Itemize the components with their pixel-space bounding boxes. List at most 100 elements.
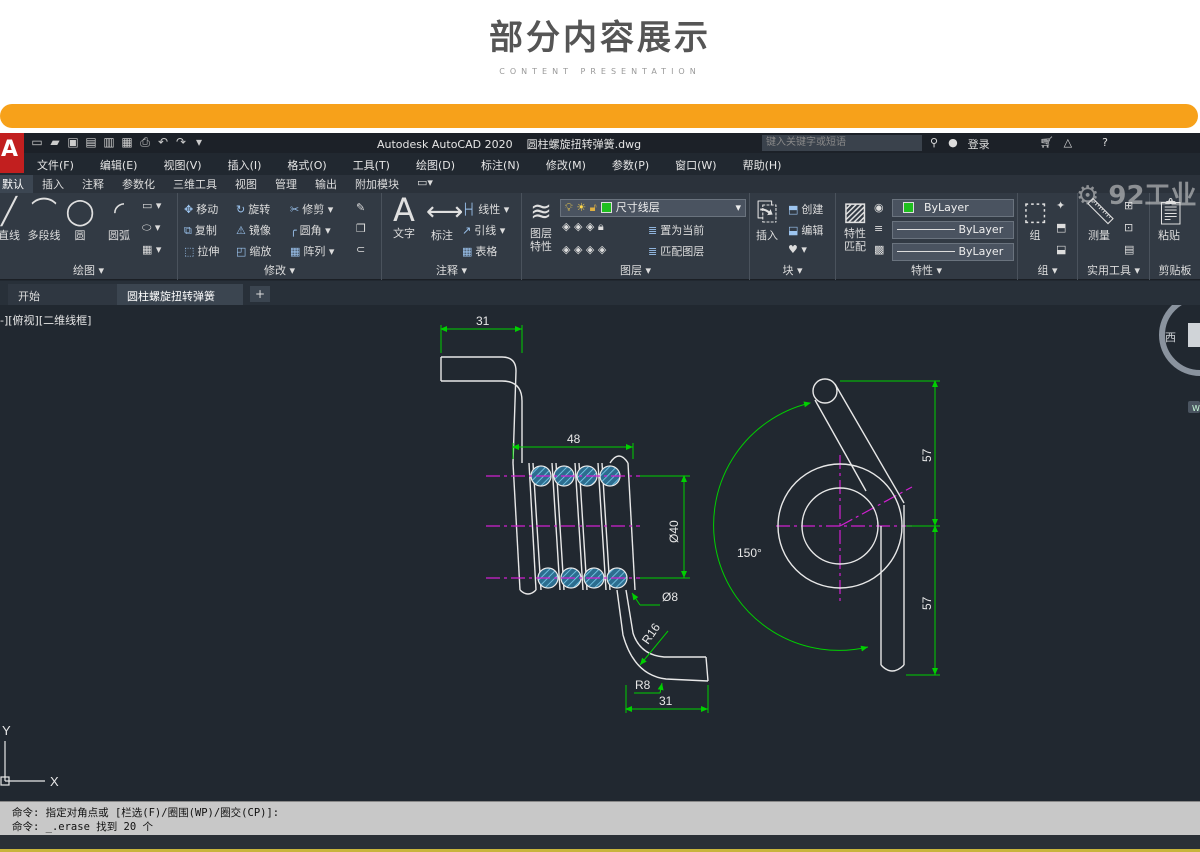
- user-icon[interactable]: ●: [948, 136, 958, 152]
- tab-annotate[interactable]: 注释: [73, 175, 113, 193]
- select-all-icon[interactable]: ⊡: [1124, 221, 1133, 234]
- binoculars-icon[interactable]: ⚲: [930, 136, 938, 152]
- leader-button[interactable]: ↗ 引线 ▾: [462, 222, 505, 238]
- application-menu-button[interactable]: A: [0, 133, 24, 173]
- array-button[interactable]: ▦ 阵列 ▾: [290, 243, 334, 259]
- menu-insert[interactable]: 插入(I): [215, 154, 275, 174]
- copy-icon: ⧉: [184, 224, 192, 237]
- cart-icon[interactable]: 🛒︎: [1040, 136, 1054, 152]
- drawing-viewport[interactable]: -][俯视][二维线框] 31 48 Ø40 Ø8 R16 R8 31 150°…: [0, 181, 1200, 799]
- polyline-button[interactable]: ⌒ 多段线: [26, 197, 62, 243]
- tab-view[interactable]: 视图: [226, 175, 266, 193]
- layer-tools-icons[interactable]: ◈ ◈ ◈ 🔒︎: [562, 220, 604, 234]
- plot-icon[interactable]: ▦: [120, 135, 134, 149]
- circle-button[interactable]: ◯ 圆: [64, 197, 96, 243]
- tab-current-drawing[interactable]: 圆柱螺旋扭转弹簧*✕: [117, 284, 243, 317]
- set-current-button[interactable]: ≣ 置为当前: [648, 222, 704, 238]
- clipboard-panel-label[interactable]: 剪贴板: [1150, 262, 1200, 278]
- menu-tools[interactable]: 工具(T): [340, 154, 403, 174]
- layer-dropdown[interactable]: 💡︎ ☀ 🔓︎ 尺寸线层 ▾: [560, 199, 746, 217]
- create-block-button[interactable]: ⬒ 创建: [788, 201, 823, 217]
- group-button[interactable]: ⬚ 组: [1020, 197, 1050, 243]
- menu-view[interactable]: 视图(V): [150, 154, 214, 174]
- menu-modify[interactable]: 修改(M): [533, 154, 599, 174]
- color-dropdown[interactable]: ByLayer: [892, 199, 1014, 217]
- group-edit-icon[interactable]: ⬒: [1056, 221, 1066, 234]
- menu-dimension[interactable]: 标注(N): [468, 154, 533, 174]
- copy-button[interactable]: ⧉ 复制: [184, 222, 217, 238]
- layer-properties-button[interactable]: ≋ 图层特性: [524, 197, 558, 253]
- undo-icon[interactable]: ↶: [156, 135, 170, 149]
- layers-panel-label[interactable]: 图层 ▾: [522, 262, 749, 278]
- redo-icon[interactable]: ↷: [174, 135, 188, 149]
- groups-panel-label[interactable]: 组 ▾: [1018, 262, 1077, 278]
- tab-output[interactable]: 输出: [306, 175, 346, 193]
- utilities-panel-label[interactable]: 实用工具 ▾: [1078, 262, 1149, 278]
- new-file-icon[interactable]: ▭: [30, 135, 44, 149]
- offset-icon[interactable]: ⊂: [356, 243, 365, 256]
- tab-insert[interactable]: 插入: [33, 175, 73, 193]
- linetype-dropdown[interactable]: ByLayer: [892, 221, 1014, 239]
- group-select-icon[interactable]: ⬓: [1056, 243, 1066, 256]
- explode-icon[interactable]: ❒: [356, 222, 366, 235]
- stretch-button[interactable]: ⬚ 拉伸: [184, 243, 219, 259]
- new-tab-button[interactable]: +: [250, 286, 270, 302]
- arc-button[interactable]: ◜ 圆弧: [102, 197, 136, 243]
- open-file-icon[interactable]: ▰: [48, 135, 62, 149]
- login-button[interactable]: 登录: [968, 136, 990, 152]
- text-button[interactable]: A 文字: [388, 194, 420, 241]
- menu-file[interactable]: 文件(F): [24, 154, 87, 174]
- hatch-icon[interactable]: ▦ ▾: [142, 243, 161, 256]
- tab-default[interactable]: 默认: [0, 175, 33, 193]
- tab-3d-tools[interactable]: 三维工具: [164, 175, 226, 193]
- line-button[interactable]: ╱ 直线: [0, 197, 24, 243]
- erase-icon[interactable]: ✎: [356, 201, 365, 214]
- viewcube[interactable]: 西: [1159, 305, 1200, 376]
- scale-button[interactable]: ◰ 缩放: [236, 243, 271, 259]
- table-button[interactable]: ▦ 表格: [462, 243, 497, 259]
- modify-panel-label[interactable]: 修改 ▾: [178, 262, 381, 278]
- menu-help[interactable]: 帮助(H): [730, 154, 795, 174]
- autodesk-app-icon[interactable]: △: [1064, 136, 1072, 152]
- insert-block-button[interactable]: ⎘ 插入: [752, 197, 782, 243]
- menu-draw[interactable]: 绘图(D): [403, 154, 468, 174]
- menu-edit[interactable]: 编辑(E): [87, 154, 151, 174]
- publish-icon[interactable]: ▥: [102, 135, 116, 149]
- tab-manage[interactable]: 管理: [266, 175, 306, 193]
- match-layer-button[interactable]: ≣ 匹配图层: [648, 243, 704, 259]
- move-button[interactable]: ✥ 移动: [184, 201, 218, 217]
- save-as-icon[interactable]: ▤: [84, 135, 98, 149]
- save-icon[interactable]: ▣: [66, 135, 80, 149]
- menu-format[interactable]: 格式(O): [274, 154, 339, 174]
- dropdown-icon[interactable]: ▾: [192, 135, 206, 149]
- viewcube-west[interactable]: 西: [1165, 332, 1176, 344]
- linear-button[interactable]: ├┤ 线性 ▾: [462, 201, 509, 217]
- draw-panel-label[interactable]: 绘图 ▾: [0, 262, 177, 278]
- help-icon[interactable]: ?: [1102, 136, 1108, 152]
- properties-panel-label[interactable]: 特性 ▾: [836, 262, 1017, 278]
- rectangle-icon[interactable]: ▭ ▾: [142, 199, 161, 212]
- tab-start[interactable]: 开始: [8, 284, 118, 305]
- fillet-button[interactable]: ╭ 圆角 ▾: [290, 222, 331, 238]
- layer-tools-icons-2[interactable]: ◈ ◈ ◈ ◈: [562, 243, 606, 256]
- print-icon[interactable]: ⎙: [138, 135, 152, 149]
- block-attribute-icon[interactable]: ♥ ▾: [788, 243, 807, 256]
- calculator-icon[interactable]: ▤: [1124, 243, 1134, 256]
- ellipse-icon[interactable]: ⬭ ▾: [142, 221, 160, 235]
- mirror-button[interactable]: ⚠ 镜像: [236, 222, 271, 238]
- annotation-panel-label[interactable]: 注释 ▾: [382, 262, 521, 278]
- menu-window[interactable]: 窗口(W): [662, 154, 729, 174]
- trim-button[interactable]: ✂ 修剪 ▾: [290, 201, 333, 217]
- rotate-button[interactable]: ↻ 旋转: [236, 201, 270, 217]
- lineweight-dropdown[interactable]: ByLayer: [892, 243, 1014, 261]
- set-current-icon: ≣: [648, 224, 658, 237]
- block-panel-label[interactable]: 块 ▾: [750, 262, 835, 278]
- menu-parametric[interactable]: 参数(P): [599, 154, 662, 174]
- search-input[interactable]: 键入关键字或短语: [762, 135, 922, 151]
- tab-parametric[interactable]: 参数化: [113, 175, 164, 193]
- ungroup-icon[interactable]: ✦: [1056, 199, 1065, 212]
- dimension-button[interactable]: ⟷ 标注: [426, 197, 463, 243]
- linear-icon: ├┤: [462, 203, 476, 216]
- match-properties-button[interactable]: ▨ 特性匹配: [840, 197, 870, 253]
- edit-block-button[interactable]: ⬓ 编辑: [788, 222, 823, 238]
